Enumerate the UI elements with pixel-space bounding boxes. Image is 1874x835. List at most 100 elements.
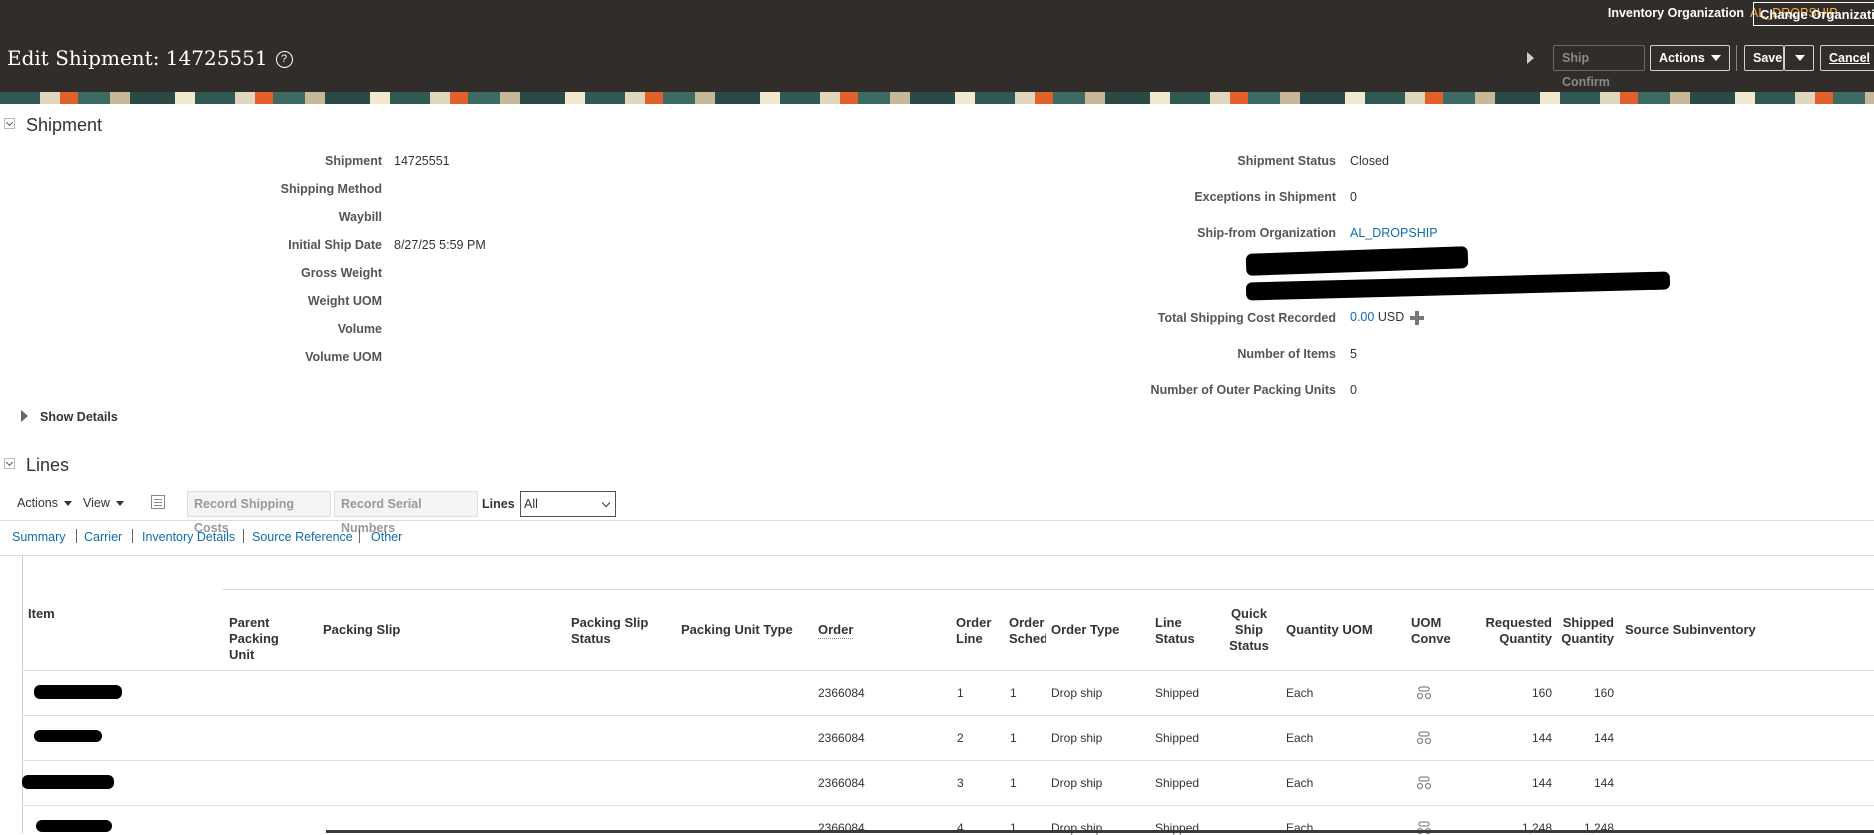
expand-icon[interactable]: [21, 410, 28, 422]
tab-other[interactable]: Other: [371, 530, 402, 544]
column-header-parent-packing-unit[interactable]: Parent Packing Unit: [229, 615, 305, 663]
shipped-quantity: 160: [1593, 686, 1614, 700]
decorative-banner: [0, 92, 1874, 104]
page-title: Edit Shipment: 14725551?: [7, 46, 293, 70]
shipment-value: 14725551: [394, 154, 450, 168]
quantity-uom: Each: [1286, 686, 1314, 700]
order-link[interactable]: 2366084: [818, 686, 865, 700]
shipment-status-value: Closed: [1350, 154, 1389, 168]
lines-section-title: Lines: [26, 455, 70, 475]
column-header-order-line[interactable]: Order Line: [956, 615, 996, 647]
chevron-down-icon: [1795, 55, 1805, 61]
play-icon[interactable]: [1527, 52, 1534, 64]
column-header-shipped-quantity[interactable]: Shipped Quantity: [1556, 615, 1614, 647]
outer-packing-units-value: 0: [1350, 383, 1357, 397]
shipment-section-title: Shipment: [26, 115, 103, 135]
divider: [0, 555, 1874, 556]
waybill-label: Waybill: [338, 210, 382, 224]
order-line: 3: [957, 776, 964, 790]
org-label: Inventory Organization: [1607, 6, 1744, 20]
ship-from-organization-link[interactable]: AL_DROPSHIP: [1350, 226, 1438, 240]
save-button[interactable]: Save: [1744, 45, 1784, 71]
exceptions-label: Exceptions in Shipment: [1194, 190, 1336, 204]
outer-packing-units-label: Number of Outer Packing Units: [1150, 383, 1336, 397]
column-header-quick-ship-status[interactable]: Quick Ship Status: [1224, 606, 1274, 654]
column-header-requested-quantity[interactable]: Requested Quantity: [1472, 615, 1552, 647]
total-shipping-cost-label: Total Shipping Cost Recorded: [1157, 311, 1336, 325]
number-of-items-label: Number of Items: [1237, 347, 1336, 361]
initial-ship-date-label: Initial Ship Date: [288, 238, 382, 252]
chevron-down-icon: [115, 501, 124, 506]
initial-ship-date-value: 8/27/25 5:59 PM: [394, 238, 486, 252]
order-link[interactable]: 2366084: [818, 776, 865, 790]
total-shipping-cost-value: 0.00 USD: [1350, 310, 1404, 324]
number-of-items-value: 5: [1350, 347, 1357, 361]
collapse-lines-icon[interactable]: [4, 458, 15, 469]
lines-filter-select[interactable]: All: [520, 491, 616, 517]
detach-table-icon[interactable]: [151, 495, 165, 509]
divider: [22, 715, 1874, 716]
separator: [132, 529, 133, 543]
column-header-order[interactable]: Order: [818, 622, 854, 639]
requested-quantity: 160: [1531, 686, 1552, 700]
collapse-shipment-icon[interactable]: [4, 118, 15, 129]
separator: [359, 529, 360, 543]
chevron-down-icon: [601, 498, 611, 508]
uom-conversion-icon[interactable]: [1416, 686, 1432, 700]
redaction-mark: [36, 820, 112, 832]
redaction-mark: [1245, 271, 1671, 301]
line-status: Shipped: [1155, 686, 1200, 700]
save-menu-button[interactable]: [1784, 45, 1814, 71]
column-header-order-type[interactable]: Order Type: [1051, 622, 1119, 638]
separator: [76, 529, 77, 543]
column-header-item[interactable]: Item: [28, 606, 55, 622]
order-schedule: 1: [1010, 686, 1017, 700]
order-schedule: 1: [1010, 731, 1017, 745]
ship-from-organization-label: Ship-from Organization: [1197, 226, 1336, 240]
ship-confirm-button[interactable]: Ship Confirm: [1553, 45, 1645, 89]
tab-inventory-details[interactable]: Inventory Details: [142, 530, 235, 544]
column-header-packing-slip-status[interactable]: Packing Slip Status: [571, 615, 657, 647]
line-status: Shipped: [1155, 776, 1200, 790]
order-type: Drop ship: [1051, 731, 1103, 745]
chevron-down-icon: [1710, 55, 1721, 61]
shipping-cost-link[interactable]: 0.00: [1350, 310, 1374, 324]
order-link[interactable]: 2366084: [818, 731, 865, 745]
column-header-uom-conversion[interactable]: UOM Conve: [1411, 615, 1451, 647]
shipping-method-label: Shipping Method: [280, 182, 382, 196]
cancel-button[interactable]: Cancel: [1820, 45, 1874, 71]
divider: [22, 670, 1874, 671]
uom-conversion-icon[interactable]: [1416, 776, 1432, 790]
change-organization-button[interactable]: Change Organizatio: [1753, 2, 1874, 26]
order-schedule: 1: [1010, 776, 1017, 790]
requested-quantity: 144: [1531, 776, 1552, 790]
record-serial-numbers-button[interactable]: Record Serial Numbers: [334, 491, 478, 535]
volume-label: Volume: [337, 322, 382, 336]
separator: [1736, 45, 1737, 71]
column-header-source-subinventory[interactable]: Source Subinventory: [1625, 622, 1756, 638]
column-header-packing-slip[interactable]: Packing Slip: [323, 622, 400, 638]
shipped-quantity: 144: [1593, 731, 1614, 745]
add-icon[interactable]: [1410, 311, 1424, 325]
column-header-quantity-uom[interactable]: Quantity UOM: [1286, 622, 1373, 638]
lines-actions-menu[interactable]: Actions: [17, 496, 72, 510]
weight-uom-label: Weight UOM: [307, 294, 382, 308]
column-header-line-status[interactable]: Line Status: [1155, 615, 1205, 647]
actions-menu-button[interactable]: Actions: [1650, 45, 1730, 71]
redaction-mark: [34, 730, 102, 742]
tab-summary[interactable]: Summary: [12, 530, 65, 544]
tab-carrier[interactable]: Carrier: [84, 530, 122, 544]
record-shipping-costs-button[interactable]: Record Shipping Costs: [187, 491, 331, 535]
header-group-line: [222, 589, 1874, 590]
show-details-link[interactable]: Show Details: [40, 410, 118, 424]
tab-source-reference[interactable]: Source Reference: [252, 530, 353, 544]
requested-quantity: 144: [1531, 731, 1552, 745]
uom-conversion-icon[interactable]: [1416, 731, 1432, 745]
order-type: Drop ship: [1051, 686, 1103, 700]
column-header-order-schedule[interactable]: Order Sched: [1009, 615, 1046, 647]
lines-filter-label: Lines: [482, 497, 515, 511]
help-icon[interactable]: ?: [275, 51, 293, 68]
column-header-packing-unit-type[interactable]: Packing Unit Type: [681, 622, 793, 638]
shipped-quantity: 144: [1593, 776, 1614, 790]
lines-view-menu[interactable]: View: [83, 496, 124, 510]
